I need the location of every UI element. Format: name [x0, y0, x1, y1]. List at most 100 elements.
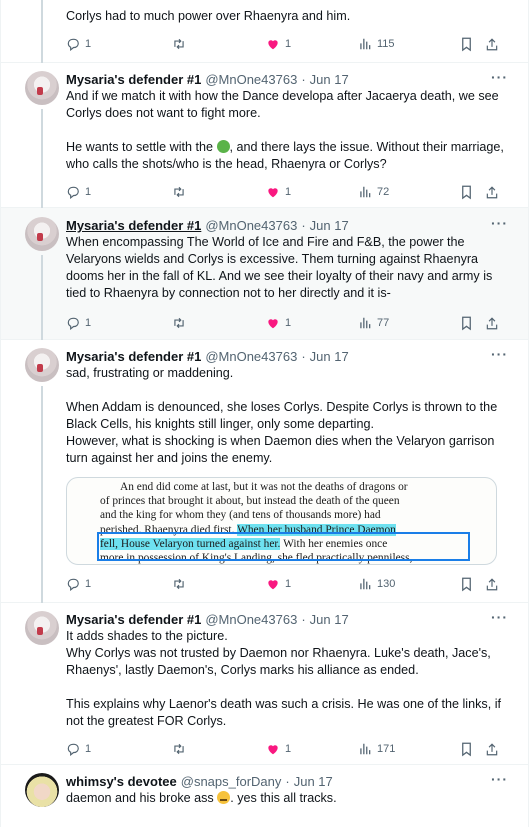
- share-button[interactable]: [485, 316, 499, 331]
- retweet-icon: [174, 317, 184, 329]
- avatar[interactable]: [25, 348, 59, 382]
- timestamp[interactable]: Jun 17: [294, 773, 333, 790]
- like-count: 1: [285, 186, 292, 198]
- tweet-0[interactable]: Corlys had to much power over Rhaenyra a…: [1, 0, 528, 63]
- share-button[interactable]: [485, 742, 499, 757]
- tweet-5[interactable]: whimsy's devotee @snaps_forDany · Jun 17…: [1, 765, 528, 827]
- reply-count: 1: [85, 743, 92, 755]
- bookmark-button[interactable]: [460, 316, 473, 331]
- tweet-1[interactable]: Mysaria's defender #1 @MnOne43763 · Jun …: [1, 63, 528, 208]
- bookmark-button[interactable]: [460, 37, 473, 52]
- tweet-4[interactable]: Mysaria's defender #1 @MnOne43763 · Jun …: [1, 603, 528, 765]
- tweet-text: It adds shades to the picture. Why Corly…: [66, 629, 491, 677]
- views-icon: [360, 38, 371, 50]
- more-icon[interactable]: ···: [491, 215, 508, 231]
- tweet-2[interactable]: Mysaria's defender #1 @MnOne43763 · Jun …: [1, 208, 528, 340]
- more-icon[interactable]: ···: [491, 609, 508, 625]
- views-button[interactable]: 171: [358, 742, 460, 756]
- bookmark-button[interactable]: [460, 185, 473, 200]
- timestamp[interactable]: Jun 17: [310, 217, 349, 234]
- user-handle[interactable]: @MnOne43763: [205, 348, 297, 365]
- like-button[interactable]: 1: [266, 742, 358, 756]
- avatar[interactable]: [25, 773, 59, 807]
- retweet-icon: [174, 578, 184, 590]
- separator-dot: ·: [285, 774, 290, 789]
- retweet-button[interactable]: [171, 316, 266, 330]
- share-icon: [486, 577, 498, 590]
- reply-button[interactable]: 1: [66, 37, 171, 51]
- view-count: 72: [377, 186, 390, 198]
- tweet-text-part: He wants to settle with the: [66, 140, 217, 154]
- bookmark-icon: [462, 185, 471, 199]
- more-icon[interactable]: ···: [491, 346, 508, 362]
- more-icon[interactable]: ···: [491, 771, 508, 787]
- share-button[interactable]: [485, 577, 499, 592]
- view-count: 171: [377, 743, 396, 755]
- timeline: Corlys had to much power over Rhaenyra a…: [0, 0, 529, 827]
- reply-count: 1: [85, 186, 92, 198]
- bookmark-button[interactable]: [460, 577, 473, 592]
- reply-icon: [67, 38, 79, 51]
- like-button[interactable]: 1: [266, 577, 358, 591]
- attached-image[interactable]: An end did come at last, but it was not …: [66, 477, 497, 565]
- timestamp[interactable]: Jun 17: [310, 348, 349, 365]
- like-count: 1: [285, 578, 292, 590]
- retweet-button[interactable]: [171, 577, 266, 591]
- user-handle[interactable]: @snaps_forDany: [181, 773, 282, 790]
- retweet-icon: [174, 743, 184, 755]
- retweet-icon: [174, 38, 184, 50]
- share-button[interactable]: [485, 185, 499, 200]
- reply-button[interactable]: 1: [66, 316, 171, 330]
- tweet-text: And if we match it with how the Dance de…: [66, 89, 499, 120]
- display-name[interactable]: Mysaria's defender #1: [66, 71, 201, 88]
- like-count: 1: [285, 38, 292, 50]
- view-count: 115: [377, 38, 395, 50]
- separator-dot: ·: [301, 612, 306, 627]
- retweet-button[interactable]: [171, 185, 266, 199]
- green-circle-emoji-icon: [216, 140, 230, 153]
- share-icon: [486, 316, 498, 329]
- like-button[interactable]: 1: [266, 37, 358, 51]
- avatar[interactable]: [25, 611, 59, 645]
- display-name[interactable]: Mysaria's defender #1: [66, 217, 201, 234]
- timestamp[interactable]: Jun 17: [310, 611, 349, 628]
- tweet-text: sad, frustrating or maddening.: [66, 366, 234, 380]
- display-name[interactable]: Mysaria's defender #1: [66, 348, 201, 365]
- views-button[interactable]: 72: [358, 185, 460, 199]
- display-name[interactable]: Mysaria's defender #1: [66, 611, 201, 628]
- tweet-3[interactable]: Mysaria's defender #1 @MnOne43763 · Jun …: [1, 340, 528, 603]
- book-line: of princes that brought it about, but in…: [100, 495, 400, 508]
- user-handle[interactable]: @MnOne43763: [205, 217, 297, 234]
- retweet-button[interactable]: [171, 37, 266, 51]
- like-button[interactable]: 1: [266, 316, 358, 330]
- avatar[interactable]: [25, 71, 59, 105]
- views-button[interactable]: 77: [358, 316, 460, 330]
- tweet-header: Mysaria's defender #1 @MnOne43763 · Jun …: [66, 217, 516, 234]
- timestamp[interactable]: Jun 17: [310, 71, 349, 88]
- share-button[interactable]: [485, 37, 499, 52]
- view-count: 130: [377, 578, 396, 590]
- views-button[interactable]: 115: [358, 37, 460, 51]
- thread-line: [41, 255, 43, 340]
- avatar[interactable]: [25, 217, 59, 251]
- more-icon[interactable]: ···: [491, 69, 508, 85]
- retweet-icon: [174, 186, 184, 198]
- display-name[interactable]: whimsy's devotee: [66, 773, 177, 790]
- heart-icon: [268, 188, 278, 198]
- reply-button[interactable]: 1: [66, 577, 171, 591]
- tweet-header: Mysaria's defender #1 @MnOne43763 · Jun …: [66, 348, 516, 365]
- tweet-text: daemon and his broke ass . yes this all …: [66, 790, 516, 807]
- views-button[interactable]: 130: [358, 577, 460, 591]
- reply-icon: [67, 743, 79, 756]
- user-handle[interactable]: @MnOne43763: [205, 611, 297, 628]
- tweet-text: Corlys had to much power over Rhaenyra a…: [66, 9, 351, 23]
- tweet-text-part: . yes this all tracks.: [230, 791, 337, 805]
- user-handle[interactable]: @MnOne43763: [205, 71, 297, 88]
- reply-button[interactable]: 1: [66, 742, 171, 756]
- tweet-actions: 1 1 130: [66, 575, 516, 593]
- retweet-button[interactable]: [171, 742, 266, 756]
- heart-icon: [268, 319, 278, 329]
- reply-button[interactable]: 1: [66, 185, 171, 199]
- bookmark-button[interactable]: [460, 742, 473, 757]
- like-button[interactable]: 1: [266, 185, 358, 199]
